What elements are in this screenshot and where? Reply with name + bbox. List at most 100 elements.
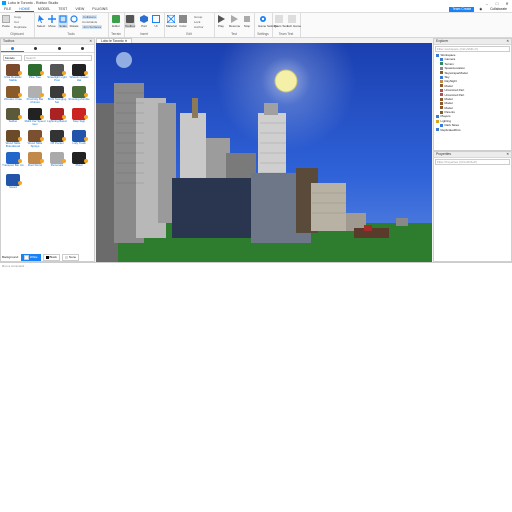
studio-window: Lobo le Toronto - Roblox Studio – □ ✕ FI… — [0, 0, 512, 268]
join-surfaces-toggle[interactable]: Join Surfaces — [82, 25, 103, 29]
toolbox-item[interactable]: Root Donut — [24, 151, 46, 173]
background-none-option[interactable]: None — [61, 253, 80, 261]
toolbox-item[interactable]: Stop Sign — [68, 107, 90, 129]
stop-button[interactable]: Stop — [242, 15, 252, 28]
paste-icon — [2, 15, 10, 23]
vote-badge-icon — [18, 93, 22, 97]
scale-button[interactable]: Scale — [58, 15, 68, 28]
minimize-icon[interactable]: – — [482, 1, 492, 6]
toolbox-item[interactable]: Wheels Classic Hat — [68, 63, 90, 85]
toolbox-item[interactable]: Wood Table Brandwood — [2, 129, 24, 151]
toolbox-item[interactable]: Wooden Crate — [2, 85, 24, 107]
toolbox-item[interactable]: Proximity Bar Chimes — [24, 85, 46, 107]
toolbox-item[interactable]: Lightning Barrel — [46, 107, 68, 129]
team-test-button[interactable]: Team Test — [274, 15, 288, 28]
part-button[interactable]: Part — [139, 15, 149, 28]
paste-button[interactable]: Paste — [1, 15, 11, 28]
background-white-option[interactable]: White — [20, 253, 41, 261]
vote-badge-icon — [40, 71, 44, 75]
copy-button[interactable]: Copy — [14, 15, 21, 19]
search-input[interactable]: Search — [24, 55, 92, 61]
menu-plugins[interactable]: PLUGINS — [88, 7, 111, 11]
tab-inventory[interactable] — [24, 45, 47, 52]
toolbox-item[interactable]: Ultra-Realistic Stable — [2, 63, 24, 85]
toolbox-item[interactable]: Birds Swinging Set — [46, 85, 68, 107]
close-icon[interactable]: ✕ — [506, 39, 509, 44]
collaborate-button[interactable]: Collaborate — [487, 7, 510, 12]
toolbox-item[interactable]: Sword — [2, 173, 24, 195]
menu-view[interactable]: VIEW — [71, 7, 88, 11]
explorer-tree: Workspace Camera Terrain SpawnLocation Skysc… — [434, 53, 511, 132]
material-button[interactable]: Material — [166, 14, 177, 28]
exit-game-button[interactable]: Exit Game — [287, 15, 301, 28]
close-icon[interactable]: ✕ — [89, 39, 92, 44]
play-button[interactable]: Play — [216, 15, 226, 28]
maximize-icon[interactable]: □ — [492, 1, 502, 6]
toolbox-item[interactable]: Pistol — [68, 151, 90, 173]
toolbox-item[interactable]: Lolly Truck — [68, 129, 90, 151]
tab-creations[interactable] — [71, 45, 94, 52]
toolbox-item[interactable]: Wood Table Sprays — [24, 129, 46, 151]
select-cursor-icon — [37, 15, 45, 23]
toolbox-tabs — [1, 45, 94, 53]
toolbox-item[interactable]: Shooting Zombie — [68, 85, 90, 107]
command-bar-input[interactable]: Run a command — [0, 262, 512, 268]
close-icon[interactable]: ✕ — [506, 152, 509, 157]
background-black-option[interactable]: Black — [42, 253, 60, 261]
menu-test[interactable]: TEST — [54, 7, 71, 11]
tab-recent[interactable] — [48, 45, 71, 52]
lock-button[interactable]: Lock — [194, 20, 200, 24]
toolbox-item[interactable]: Personals — [46, 151, 68, 173]
background-option-label: Black — [49, 254, 57, 259]
vote-badge-icon — [62, 159, 66, 163]
duplicate-button[interactable]: Duplicate — [14, 25, 27, 29]
toolbox-item[interactable]: Off Pocket — [46, 129, 68, 151]
close-icon[interactable]: ✕ — [502, 1, 512, 6]
menu-home[interactable]: HOME — [15, 7, 34, 12]
vote-badge-icon — [84, 159, 88, 163]
constraints-toggle[interactable]: Constraints — [82, 20, 97, 24]
object-class-icon — [440, 66, 443, 70]
category-dropdown[interactable]: Models — [3, 55, 22, 61]
cut-button[interactable]: Cut — [14, 20, 19, 24]
explorer-item[interactable]: ReplicatedFirst — [434, 128, 511, 132]
explorer-filter-input[interactable]: Filter workspace (Ctrl+Shift+X) — [435, 46, 510, 52]
toolbox-button[interactable]: Toolbox — [125, 15, 135, 28]
settings-group-label: Settings — [257, 32, 269, 36]
team-test-group: Team Test Exit Game Team Test — [272, 13, 301, 37]
group-button[interactable]: Group — [194, 15, 202, 19]
team-create-button[interactable]: Team Create — [449, 6, 475, 12]
toolbox-item[interactable]: Streetlight Light Post — [46, 63, 68, 85]
select-button[interactable]: Select — [36, 15, 46, 28]
game-settings-button[interactable]: Game Settings — [258, 15, 278, 28]
avatar-icon[interactable]: ◉ — [476, 7, 485, 12]
vote-badge-icon — [18, 159, 22, 163]
explorer-item-label: ReplicatedFirst — [440, 127, 461, 132]
terrain-editor-button[interactable]: Editor — [111, 15, 121, 28]
menu-file[interactable]: FILE — [0, 7, 15, 11]
move-button[interactable]: Move — [47, 15, 57, 28]
vote-badge-icon — [84, 93, 88, 97]
vote-badge-icon — [18, 181, 22, 185]
vote-badge-icon — [40, 115, 44, 119]
anchor-button[interactable]: Anchor — [194, 25, 204, 29]
toolbox-item[interactable]: Transport Bar Inn — [2, 151, 24, 173]
toolbox-item-label: Ultra-Realistic Stable — [4, 76, 22, 82]
toolbox-item[interactable]: Soldier — [2, 107, 24, 129]
rotate-button[interactable]: Rotate — [69, 15, 79, 28]
ui-button[interactable]: UI — [151, 15, 161, 28]
tab-marketplace[interactable] — [1, 45, 25, 52]
color-button[interactable]: Color — [178, 15, 188, 28]
3d-viewport[interactable] — [96, 43, 432, 262]
toolbox-item[interactable]: Mobil Car Speed Gun — [24, 107, 46, 129]
resume-button[interactable]: Resume — [229, 15, 240, 28]
menu-model[interactable]: MODEL — [34, 7, 54, 11]
properties-filter-input[interactable]: Filter Properties (Ctrl+Shift+P) — [435, 159, 510, 165]
color-swatch-icon — [179, 15, 187, 23]
move-arrows-icon — [48, 15, 56, 23]
exit-game-icon — [288, 15, 296, 23]
toolbox-item[interactable]: Pine Tree — [24, 63, 46, 85]
clock-icon — [57, 47, 61, 50]
collisions-toggle[interactable]: Collisions — [82, 15, 97, 19]
roblox-studio-logo-icon — [2, 1, 6, 5]
